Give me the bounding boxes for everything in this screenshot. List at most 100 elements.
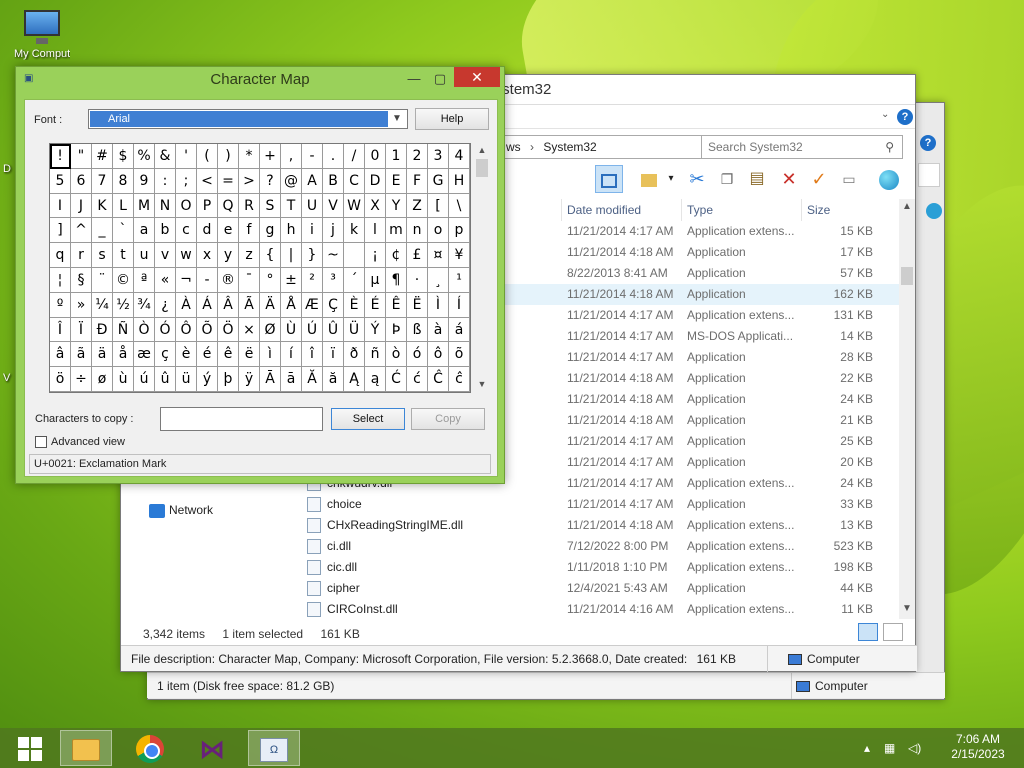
character-cell[interactable]: U — [302, 193, 323, 219]
character-cell[interactable]: ¿ — [155, 292, 176, 318]
character-cell[interactable]: ñ — [365, 342, 386, 368]
file-list-scrollbar[interactable]: ▲ ▼ — [899, 199, 915, 619]
taskbar-chrome[interactable] — [124, 730, 176, 766]
character-cell[interactable]: & — [155, 144, 176, 169]
character-cell[interactable]: J — [71, 193, 92, 219]
scroll-down-icon[interactable]: ▼ — [899, 603, 915, 614]
character-cell[interactable]: Ä — [260, 292, 281, 318]
character-cell[interactable]: ¥ — [449, 243, 470, 268]
copy-button[interactable]: Copy — [411, 408, 485, 430]
character-cell[interactable]: l — [365, 218, 386, 244]
character-cell[interactable]: Ã — [239, 292, 260, 318]
character-cell[interactable]: [ — [428, 193, 449, 219]
character-cell[interactable]: j — [323, 218, 344, 244]
character-cell[interactable]: Ć — [386, 367, 407, 392]
character-cell[interactable]: Ï — [71, 317, 92, 343]
character-cell[interactable]: Õ — [197, 317, 218, 343]
character-cell[interactable]: ¶ — [386, 267, 407, 293]
character-cell[interactable]: Ô — [176, 317, 197, 343]
help-icon[interactable]: ? — [920, 135, 936, 151]
character-cell[interactable]: ô — [428, 342, 449, 368]
character-cell[interactable]: ă — [323, 367, 344, 392]
character-cell[interactable]: N — [155, 193, 176, 219]
character-cell[interactable]: / — [344, 144, 365, 169]
character-cell[interactable]: 0 — [365, 144, 386, 169]
search-input[interactable]: Search System32 ⚲ — [701, 135, 903, 159]
character-cell[interactable]: È — [344, 292, 365, 318]
character-cell[interactable]: k — [344, 218, 365, 244]
character-cell[interactable]: ° — [260, 267, 281, 293]
character-cell[interactable]: O — [176, 193, 197, 219]
character-cell[interactable]: : — [155, 168, 176, 194]
character-cell[interactable]: ¸ — [428, 267, 449, 293]
character-cell[interactable]: + — [260, 144, 281, 169]
character-cell[interactable]: z — [239, 243, 260, 268]
character-cell[interactable]: É — [365, 292, 386, 318]
character-cell[interactable]: § — [71, 267, 92, 293]
character-cell[interactable]: ¹ — [449, 267, 470, 293]
character-cell[interactable]: % — [134, 144, 155, 169]
character-cell[interactable]: ] — [50, 218, 71, 244]
character-cell[interactable]: ć — [407, 367, 428, 392]
column-size[interactable]: Size — [801, 199, 891, 221]
character-cell[interactable]: ¾ — [134, 292, 155, 318]
character-cell[interactable]: µ — [365, 267, 386, 293]
character-cell[interactable]: o — [428, 218, 449, 244]
character-cell[interactable]: W — [344, 193, 365, 219]
minimize-button[interactable]: — — [402, 69, 426, 89]
character-cell[interactable]: ¬ — [176, 267, 197, 293]
character-cell[interactable]: = — [218, 168, 239, 194]
character-cell[interactable]: Þ — [386, 317, 407, 343]
character-cell[interactable]: Û — [323, 317, 344, 343]
volume-icon[interactable]: ◁) — [908, 741, 921, 755]
character-cell[interactable]: ā — [281, 367, 302, 392]
character-cell[interactable]: Ā — [260, 367, 281, 392]
character-cell[interactable]: H — [449, 168, 470, 194]
character-cell[interactable]: 7 — [92, 168, 113, 194]
character-cell[interactable]: â — [50, 342, 71, 368]
character-cell[interactable]: Ą — [344, 367, 365, 392]
character-cell[interactable]: · — [407, 267, 428, 293]
character-cell[interactable]: Ü — [344, 317, 365, 343]
character-cell[interactable]: | — [281, 243, 302, 268]
show-hidden-icons-icon[interactable]: ▴ — [864, 741, 870, 755]
character-cell[interactable]: ´ — [344, 267, 365, 293]
character-cell[interactable]: { — [260, 243, 281, 268]
character-cell[interactable]: ½ — [113, 292, 134, 318]
preview-pane-button[interactable] — [595, 165, 623, 193]
character-grid-scrollbar[interactable]: ▲ ▼ — [473, 143, 491, 393]
character-cell[interactable]: b — [155, 218, 176, 244]
character-cell[interactable]: ì — [260, 342, 281, 368]
start-button[interactable] — [4, 730, 56, 766]
character-cell[interactable]: v — [155, 243, 176, 268]
character-cell[interactable]: X — [365, 193, 386, 219]
delete-icon[interactable]: ✕ — [775, 165, 803, 193]
character-cell[interactable]: ã — [71, 342, 92, 368]
character-cell[interactable]: s — [92, 243, 113, 268]
character-cell[interactable]: a — [134, 218, 155, 244]
character-cell[interactable]: 6 — [71, 168, 92, 194]
character-cell[interactable]: i — [302, 218, 323, 244]
character-cell[interactable]: S — [260, 193, 281, 219]
character-cell[interactable]: L — [113, 193, 134, 219]
character-cell[interactable]: _ — [92, 218, 113, 244]
character-cell[interactable]: } — [302, 243, 323, 268]
character-cell[interactable]: » — [71, 292, 92, 318]
character-cell[interactable]: < — [197, 168, 218, 194]
character-cell[interactable]: ø — [92, 367, 113, 392]
character-cell[interactable]: Ú — [302, 317, 323, 343]
character-cell[interactable]: D — [365, 168, 386, 194]
character-cell[interactable]: M — [134, 193, 155, 219]
character-cell[interactable]: Ý — [365, 317, 386, 343]
file-row[interactable]: ci.dll 7/12/2022 8:00 PM Application exten… — [121, 536, 901, 557]
character-cell[interactable]: ò — [386, 342, 407, 368]
character-cell[interactable]: Ç — [323, 292, 344, 318]
character-cell[interactable]: ? — [260, 168, 281, 194]
scroll-up-icon[interactable]: ▲ — [473, 145, 491, 155]
close-button[interactable]: ✕ — [454, 67, 500, 87]
file-row[interactable]: cipher 12/4/2021 5:43 AM Application 44 KB — [121, 578, 901, 599]
character-cell[interactable]: 4 — [449, 144, 470, 169]
column-type[interactable]: Type — [681, 199, 801, 221]
font-select[interactable]: Ŧ Arial ▼ — [88, 109, 408, 129]
character-cell[interactable]: ¨ — [92, 267, 113, 293]
